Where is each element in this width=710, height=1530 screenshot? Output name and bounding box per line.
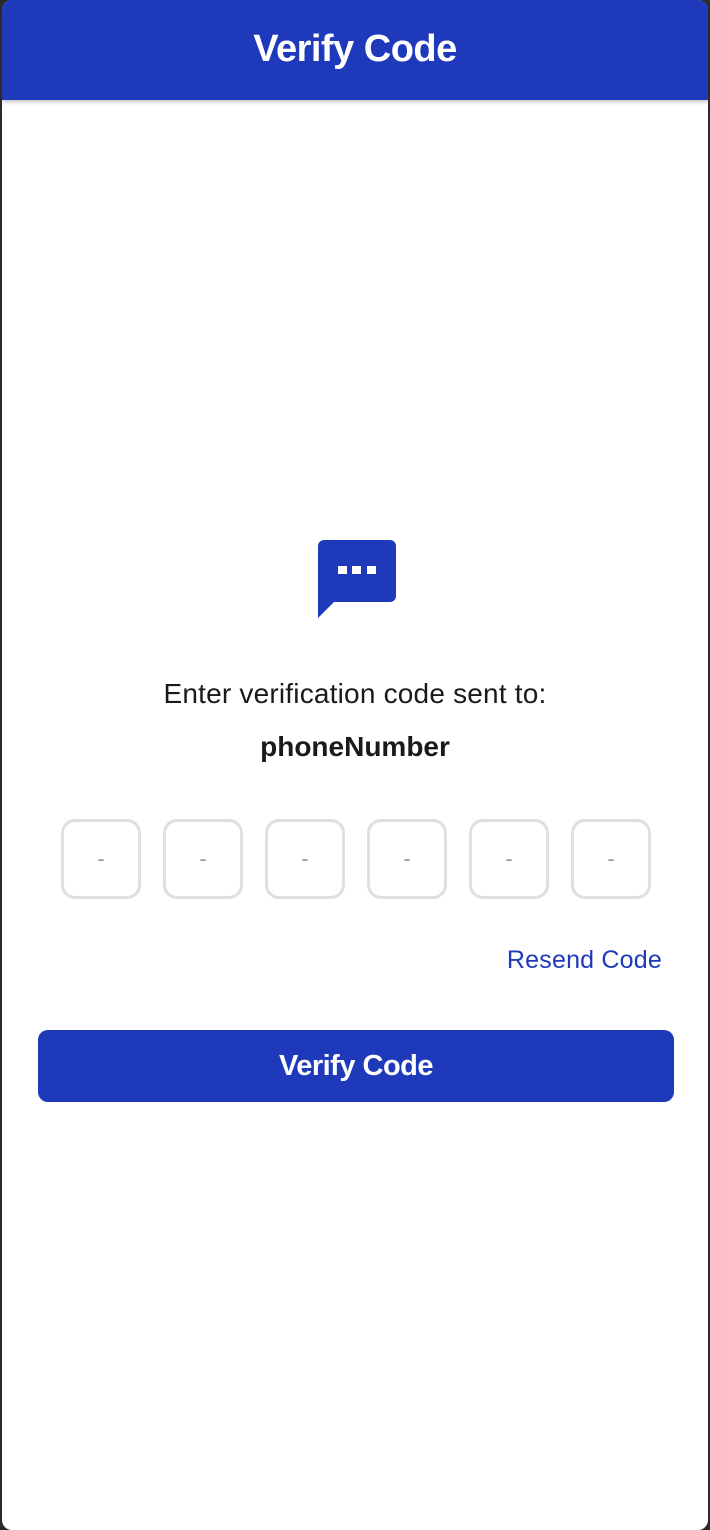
verify-code-screen: Verify Code Enter verification code sent… — [2, 0, 708, 1530]
verify-code-button[interactable]: Verify Code — [38, 1030, 674, 1102]
code-digit-6[interactable] — [571, 819, 651, 899]
verification-prompt: Enter verification code sent to: — [163, 678, 547, 709]
chat-bubble-dots-icon — [318, 540, 396, 618]
code-digit-3[interactable] — [265, 819, 345, 899]
phone-number: phoneNumber — [260, 731, 450, 762]
page-title: Verify Code — [253, 27, 457, 70]
code-digit-1[interactable] — [61, 819, 141, 899]
code-digit-2[interactable] — [163, 819, 243, 899]
resend-code-link[interactable]: Resend Code — [507, 946, 662, 975]
code-digit-4[interactable] — [367, 819, 447, 899]
code-digit-5[interactable] — [469, 819, 549, 899]
code-input-row — [61, 819, 651, 899]
app-bar: Verify Code — [2, 0, 708, 100]
